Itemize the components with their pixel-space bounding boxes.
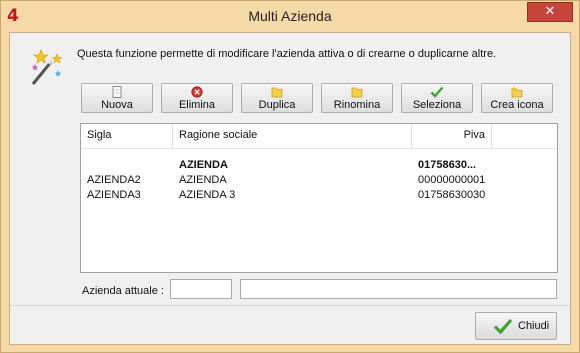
new-button-label: Nuova — [101, 99, 133, 111]
cell-piva: 01758630... — [418, 159, 477, 171]
company-table[interactable]: Sigla Ragione sociale Piva AZIENDA 01758… — [80, 123, 558, 273]
rename-folder-icon — [351, 87, 363, 98]
current-company-code-field[interactable] — [170, 279, 232, 299]
column-header-ragione-sociale[interactable]: Ragione sociale — [173, 124, 412, 148]
rename-button[interactable]: Rinomina — [321, 83, 393, 113]
checkmark-icon — [493, 318, 513, 334]
checkmark-icon — [430, 86, 444, 98]
title-bar[interactable]: 4 Multi Azienda ✕ — [1, 1, 579, 32]
cell-sigla: AZIENDA3 — [87, 189, 141, 201]
duplicate-folder-icon — [271, 87, 283, 98]
magic-wand-icon — [31, 49, 63, 85]
delete-button[interactable]: Elimina — [161, 83, 233, 113]
cell-ragione-sociale: AZIENDA — [179, 159, 228, 171]
close-button[interactable]: Chiudi — [475, 312, 557, 340]
cell-piva: 00000000001 — [418, 174, 486, 186]
cell-sigla: AZIENDA2 — [87, 174, 141, 186]
column-header-piva[interactable]: Piva — [412, 124, 492, 148]
window: 4 Multi Azienda ✕ Questa funzione permet… — [0, 0, 580, 353]
cell-ragione-sociale: AZIENDA 3 — [179, 189, 236, 201]
rename-button-label: Rinomina — [333, 99, 381, 111]
current-company-label: Azienda attuale : — [82, 285, 164, 297]
table-row[interactable]: AZIENDA2 AZIENDA 00000000001 — [81, 173, 557, 188]
select-button[interactable]: Seleziona — [401, 83, 473, 113]
new-document-icon — [112, 86, 122, 98]
window-title: Multi Azienda — [248, 8, 332, 24]
duplicate-button[interactable]: Duplica — [241, 83, 313, 113]
window-close-button[interactable]: ✕ — [527, 2, 573, 22]
new-button[interactable]: Nuova — [81, 83, 153, 113]
cell-piva: 01758630030 — [418, 189, 486, 201]
delete-button-label: Elimina — [178, 99, 216, 111]
cell-ragione-sociale: AZIENDA — [179, 174, 227, 186]
dialog-body: Questa funzione permette di modificare l… — [9, 32, 571, 345]
description-text: Questa funzione permette di modificare l… — [77, 48, 497, 60]
create-icon-button-label: Crea icona — [490, 99, 544, 111]
create-icon-button[interactable]: Crea icona — [481, 83, 553, 113]
table-row[interactable]: AZIENDA3 AZIENDA 3 01758630030 — [81, 188, 557, 203]
table-row[interactable]: AZIENDA 01758630... — [81, 158, 557, 173]
select-button-label: Seleziona — [412, 99, 462, 111]
footer-divider — [10, 305, 570, 306]
current-company-name-field[interactable] — [240, 279, 557, 299]
duplicate-button-label: Duplica — [258, 99, 296, 111]
delete-icon — [191, 86, 203, 98]
close-button-label: Chiudi — [518, 320, 550, 332]
table-header: Sigla Ragione sociale Piva — [81, 124, 557, 149]
create-shortcut-icon — [511, 86, 523, 98]
cell-sigla — [81, 158, 173, 173]
column-header-sigla[interactable]: Sigla — [81, 124, 173, 148]
